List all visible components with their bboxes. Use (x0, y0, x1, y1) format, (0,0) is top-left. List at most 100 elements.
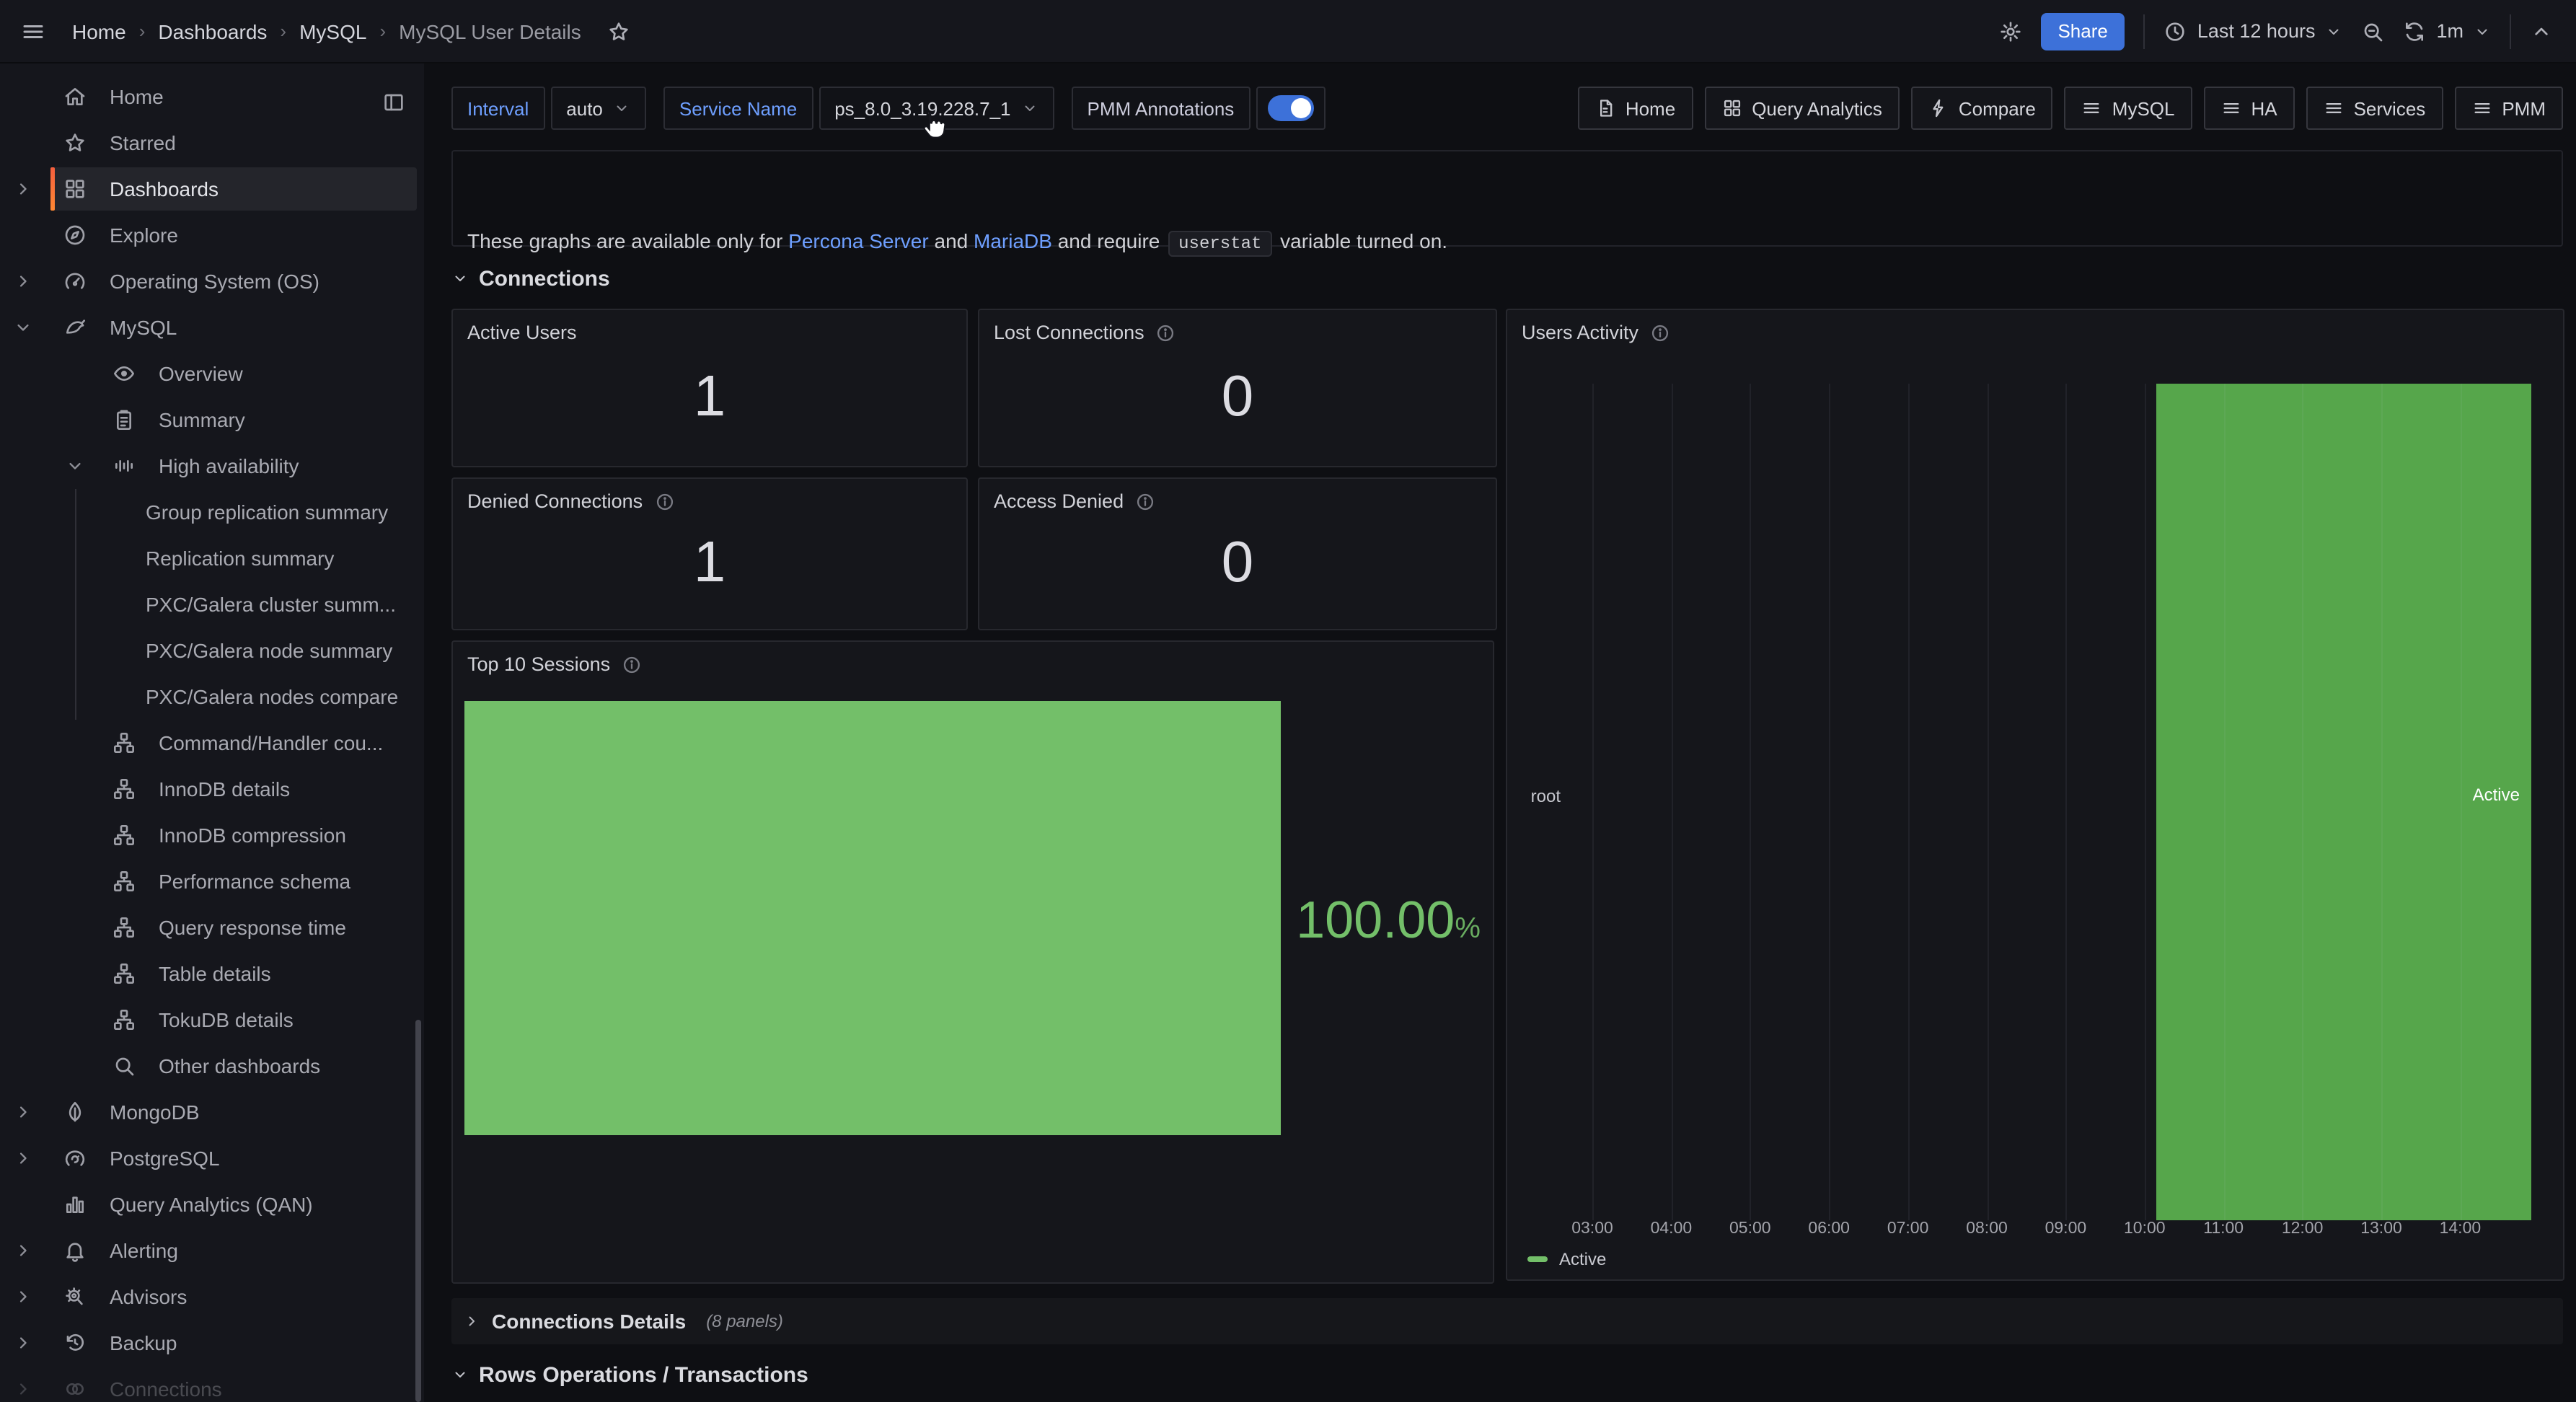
panel-title: Lost Connections (994, 322, 1144, 343)
breadcrumb-item-dashboards[interactable]: Dashboards (158, 19, 267, 43)
chevron-down-icon (613, 100, 630, 117)
sidebar-item-group-replication-summary[interactable]: Group replication summary (0, 489, 424, 535)
nav-button-mysql[interactable]: MySQL (2065, 87, 2192, 130)
panel-header[interactable]: Lost Connections (994, 322, 1176, 343)
sidebar-item-table-details[interactable]: Table details (0, 951, 424, 997)
sidebar-item-summary[interactable]: Summary (0, 397, 424, 443)
history-icon (63, 1331, 87, 1354)
sidebar-item-overview[interactable]: Overview (0, 350, 424, 397)
service-name-select[interactable]: ps_8.0_3.19.228.7_1 (819, 87, 1054, 130)
refresh-picker[interactable]: 1m (2403, 19, 2491, 43)
info-icon[interactable] (1650, 322, 1670, 343)
sidebar-item-replication-summary[interactable]: Replication summary (0, 535, 424, 581)
compass-icon (63, 224, 87, 247)
sidebar-item-label: Command/Handler cou... (159, 731, 383, 754)
sidebar-item-backup[interactable]: Backup (0, 1320, 424, 1366)
panel-header[interactable]: Users Activity (1522, 322, 1670, 343)
sidebar-item-operating-system-os[interactable]: Operating System (OS) (0, 258, 424, 304)
notice-text-segment: These graphs are available only for (467, 229, 788, 252)
sidebar-item-home[interactable]: Home (0, 74, 424, 120)
stat-value: 0 (979, 534, 1496, 591)
waveform-icon (113, 454, 136, 477)
nav-button-label: HA (2251, 97, 2277, 119)
nav-button-ha[interactable]: HA (2203, 87, 2294, 130)
section-rows-operations[interactable]: Rows Operations / Transactions (451, 1359, 808, 1390)
nav-button-services[interactable]: Services (2306, 87, 2443, 130)
breadcrumb-item-home[interactable]: Home (72, 19, 126, 43)
panel-lost-connections: Lost Connections 0 (978, 309, 1497, 467)
sidebar-scrollbar-thumb[interactable] (415, 1020, 421, 1402)
dashboard-toolbar: Interval auto Service Name ps_8.0_3.19.2… (451, 87, 2563, 130)
section-connections-details[interactable]: Connections Details (8 panels) (451, 1298, 2563, 1344)
nav-button-pmm[interactable]: PMM (2454, 87, 2563, 130)
sidebar-item-innodb-compression[interactable]: InnoDB compression (0, 812, 424, 858)
x-tick-label: 14:00 (2424, 1220, 2496, 1238)
panel-header[interactable]: Top 10 Sessions (467, 653, 642, 675)
info-icon[interactable] (1135, 491, 1155, 511)
panel-header[interactable]: Denied Connections (467, 490, 674, 512)
legend-item-active[interactable]: Active (1527, 1249, 1606, 1269)
nav-button-home[interactable]: Home (1578, 87, 1693, 130)
sidebar-item-mongodb[interactable]: MongoDB (0, 1089, 424, 1135)
sidebar-item-advisors[interactable]: Advisors (0, 1274, 424, 1320)
sidebar-item-query-response-time[interactable]: Query response time (0, 904, 424, 951)
sidebar-item-label: Explore (110, 224, 178, 247)
sidebar-item-pxc-galera-nodes-compare[interactable]: PXC/Galera nodes compare (0, 674, 424, 720)
sidebar-item-explore[interactable]: Explore (0, 212, 424, 258)
y-axis-row-label: root (1507, 786, 1561, 806)
sidebar-item-postgresql[interactable]: PostgreSQL (0, 1135, 424, 1181)
panel-header[interactable]: Access Denied (994, 490, 1155, 512)
sidebar-item-performance-schema[interactable]: Performance schema (0, 858, 424, 904)
info-icon[interactable] (622, 654, 642, 674)
breadcrumb-item-mysql[interactable]: MySQL (299, 19, 366, 43)
file-icon (1595, 98, 1615, 118)
dashboard-settings-icon[interactable] (1998, 19, 2021, 43)
pmm-annotations-toggle[interactable] (1256, 87, 1325, 130)
info-icon[interactable] (1156, 322, 1176, 343)
gridline (1671, 384, 1672, 1220)
percona-server-link[interactable]: Percona Server (788, 229, 929, 252)
time-range-picker[interactable]: Last 12 hours (2164, 19, 2343, 43)
sidebar-item-query-analytics-qan[interactable]: Query Analytics (QAN) (0, 1181, 424, 1227)
sidebar-item-pxc-galera-cluster-summ[interactable]: PXC/Galera cluster summ... (0, 581, 424, 627)
pmm-annotations-label: PMM Annotations (1072, 87, 1250, 130)
sidebar-item-alerting[interactable]: Alerting (0, 1227, 424, 1274)
gridline (1750, 384, 1752, 1220)
mariadb-link[interactable]: MariaDB (974, 229, 1052, 252)
panel-title: Active Users (467, 322, 577, 343)
x-tick-label: 06:00 (1793, 1220, 1865, 1238)
x-tick-label: 13:00 (2345, 1220, 2417, 1238)
bars-icon (2082, 98, 2102, 118)
pmm-annotations-control: PMM Annotations (1072, 87, 1326, 130)
info-icon[interactable] (654, 491, 674, 511)
sidebar-item-pxc-galera-node-summary[interactable]: PXC/Galera node summary (0, 627, 424, 674)
sidebar-item-other-dashboards[interactable]: Other dashboards (0, 1043, 424, 1089)
section-connections[interactable]: Connections (451, 263, 610, 294)
collapse-topbar-icon[interactable] (2530, 19, 2553, 43)
sitemap-icon (113, 731, 136, 754)
gridline (2381, 384, 2383, 1220)
dock-sidebar-icon[interactable] (382, 91, 405, 114)
sidebar-item-mysql[interactable]: MySQL (0, 304, 424, 350)
star-dashboard-icon[interactable] (607, 19, 630, 43)
chevron-down-icon (1021, 100, 1038, 117)
section-title: Connections (479, 266, 610, 291)
nav-button-compare[interactable]: Compare (1911, 87, 2053, 130)
chevron-down-icon (451, 1366, 469, 1383)
share-button[interactable]: Share (2040, 12, 2125, 50)
interval-select[interactable]: auto (550, 87, 646, 130)
nav-button-query-analytics[interactable]: Query Analytics (1704, 87, 1900, 130)
zoom-out-icon[interactable] (2361, 19, 2384, 43)
panel-header[interactable]: Active Users (467, 322, 577, 343)
sidebar-item-command-handler-cou[interactable]: Command/Handler cou... (0, 720, 424, 766)
sidebar-item-dashboards[interactable]: Dashboards (0, 166, 424, 212)
notice-panel: These graphs are available only for Perc… (451, 150, 2563, 247)
state-timeline-plot[interactable]: Active (1566, 384, 2531, 1220)
sidebar-item-innodb-details[interactable]: InnoDB details (0, 766, 424, 812)
menu-toggle-icon[interactable] (20, 18, 46, 44)
dashboard-canvas: Interval auto Service Name ps_8.0_3.19.2… (424, 63, 2576, 1402)
sidebar-item-connections[interactable]: Connections (0, 1366, 424, 1402)
sidebar-item-tokudb-details[interactable]: TokuDB details (0, 997, 424, 1043)
sidebar-item-high-availability[interactable]: High availability (0, 443, 424, 489)
sidebar-item-starred[interactable]: Starred (0, 120, 424, 166)
